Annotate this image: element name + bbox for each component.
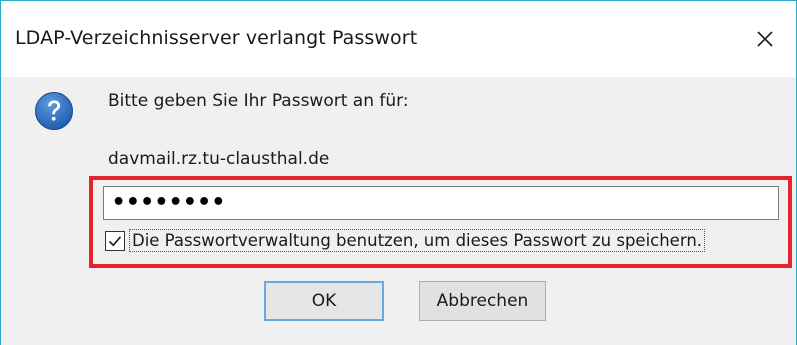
remember-password-checkbox[interactable]: [105, 230, 125, 251]
question-icon: [35, 92, 73, 130]
dialog-title: LDAP-Verzeichnisserver verlangt Passwort: [15, 27, 418, 49]
cancel-button[interactable]: Abbrechen: [419, 281, 546, 321]
close-icon: [757, 31, 773, 47]
checkmark-icon: [108, 235, 122, 246]
remember-password-row[interactable]: Die Passwortverwaltung benutzen, um dies…: [105, 229, 706, 252]
dialog-body: Bitte geben Sie Ihr Passwort an für: dav…: [1, 77, 796, 345]
password-dialog: LDAP-Verzeichnisserver verlangt Passwort…: [0, 0, 797, 345]
prompt-text: Bitte geben Sie Ihr Passwort an für:: [108, 91, 409, 111]
ok-button[interactable]: OK: [264, 281, 384, 321]
host-name: davmail.rz.tu-clausthal.de: [108, 149, 330, 169]
password-input[interactable]: ••••••••: [103, 186, 779, 220]
title-bar: LDAP-Verzeichnisserver verlangt Passwort: [1, 1, 796, 77]
remember-password-label[interactable]: Die Passwortverwaltung benutzen, um dies…: [129, 229, 706, 252]
close-button[interactable]: [734, 1, 796, 77]
